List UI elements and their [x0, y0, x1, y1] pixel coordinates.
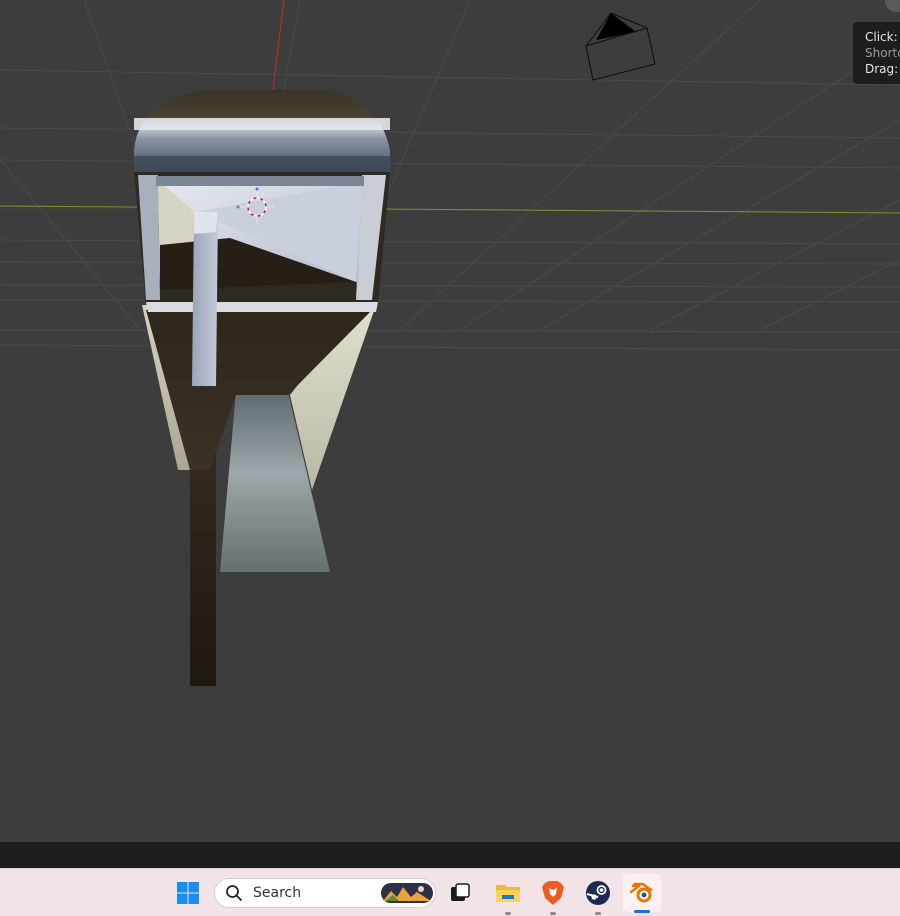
start-button[interactable] [172, 877, 204, 909]
camera-object[interactable] [585, 12, 656, 81]
steam-button[interactable] [582, 877, 614, 915]
3d-viewport[interactable]: Click: U Shortc Drag: F [0, 0, 900, 842]
mesh-object[interactable] [134, 90, 390, 686]
blender-button[interactable] [623, 874, 661, 913]
search-icon [226, 885, 242, 901]
blender-icon [629, 882, 653, 903]
windows-start-icon [177, 882, 199, 904]
running-indicator [595, 912, 601, 915]
file-explorer-button[interactable] [492, 877, 524, 915]
search-highlight-icon [381, 883, 433, 903]
tooltip-line-click: Click: U [865, 30, 900, 44]
tooltip-line-drag: Drag: F [865, 62, 900, 76]
scene-canvas[interactable] [0, 0, 900, 842]
status-bar [0, 842, 900, 868]
active-indicator [634, 910, 650, 913]
task-view-button[interactable] [444, 877, 476, 909]
running-indicator [550, 912, 556, 915]
taskbar-search-box[interactable]: Search [214, 878, 436, 908]
brave-browser-button[interactable] [537, 877, 569, 915]
shortcut-tooltip: Click: U Shortc Drag: F [853, 22, 900, 84]
task-view-icon [451, 883, 470, 901]
steam-icon [586, 881, 610, 905]
file-explorer-icon [496, 885, 520, 902]
running-indicator [505, 912, 511, 915]
tooltip-line-shortcut: Shortc [865, 46, 900, 60]
brave-browser-icon [542, 881, 564, 905]
search-label: Search [253, 885, 302, 901]
windows-taskbar: Search [0, 868, 900, 916]
